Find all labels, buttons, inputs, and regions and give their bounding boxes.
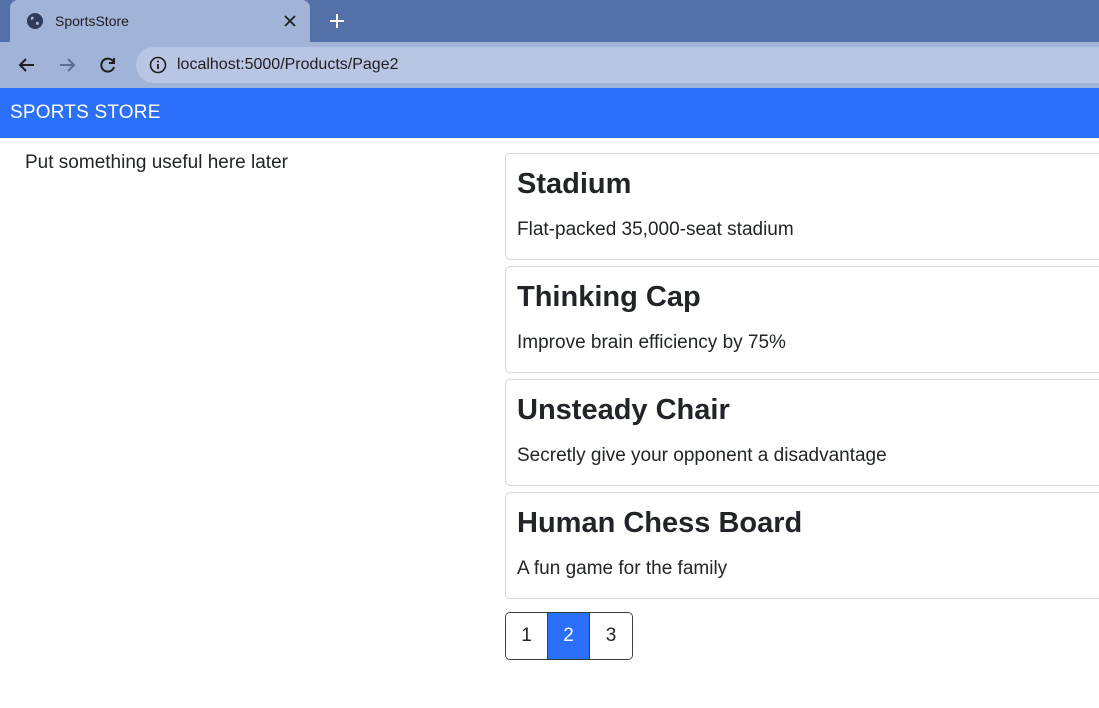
close-tab-icon[interactable] [280,11,300,31]
product-card: Stadium Flat-packed 35,000-seat stadium [505,153,1099,260]
product-list: Stadium Flat-packed 35,000-seat stadium … [505,153,1099,605]
product-description: Improve brain efficiency by 75% [517,332,786,353]
page-link-3[interactable]: 3 [590,613,632,659]
globe-icon [26,12,44,30]
product-card: Thinking Cap Improve brain efficiency by… [505,266,1099,373]
tab-title: SportsStore [55,13,129,29]
product-description: Flat-packed 35,000-seat stadium [517,219,794,240]
sidebar-placeholder: Put something useful here later [25,152,288,173]
pagination: 1 2 3 [505,612,633,660]
page-link-1[interactable]: 1 [506,613,548,659]
product-name: Stadium [517,168,632,200]
product-name: Thinking Cap [517,281,701,313]
reload-icon[interactable] [97,54,119,76]
brand-bar: SPORTS STORE [0,88,1099,138]
product-description: Secretly give your opponent a disadvanta… [517,445,887,466]
browser-tab[interactable]: SportsStore [10,0,310,42]
url-text[interactable]: localhost:5000/Products/Page2 [177,56,398,74]
info-icon[interactable] [149,56,167,74]
address-bar[interactable]: localhost:5000/Products/Page2 [136,47,1099,83]
product-description: A fun game for the family [517,558,728,579]
product-card: Unsteady Chair Secretly give your oppone… [505,379,1099,486]
new-tab-icon[interactable] [326,10,348,32]
brand-title[interactable]: SPORTS STORE [10,102,161,124]
forward-arrow-icon[interactable] [56,54,78,76]
product-name: Human Chess Board [517,507,803,539]
browser-tabstrip: SportsStore [0,0,1099,42]
back-arrow-icon[interactable] [16,54,38,76]
product-name: Unsteady Chair [517,394,730,426]
product-card: Human Chess Board A fun game for the fam… [505,492,1099,599]
page-link-2[interactable]: 2 [548,613,590,659]
